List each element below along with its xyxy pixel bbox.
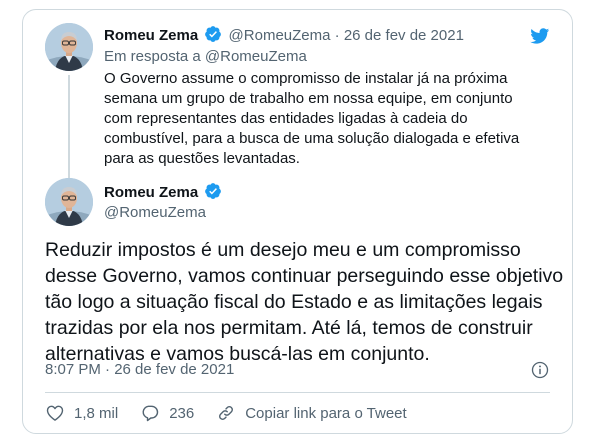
reply-count: 236: [169, 404, 195, 422]
author-handle[interactable]: @RomeuZema: [104, 203, 206, 223]
heart-icon: [46, 405, 64, 421]
author-name[interactable]: Romeu Zema: [104, 27, 198, 44]
reply-context: Em resposta a @RomeuZema: [104, 47, 307, 67]
divider: [45, 392, 550, 393]
tweet-card: Romeu Zema @RomeuZema · 26 de fev de 202…: [22, 9, 573, 434]
avatar[interactable]: [45, 23, 93, 71]
reply-button[interactable]: 236: [140, 403, 194, 423]
copy-link-button[interactable]: Copiar link para o Tweet: [216, 403, 407, 423]
copy-link-label: Copiar link para o Tweet: [245, 404, 407, 422]
share-icon: [219, 406, 234, 420]
avatar-photo: [45, 178, 93, 226]
parent-tweet-header: Romeu Zema @RomeuZema · 26 de fev de 202…: [104, 25, 464, 46]
reply-prefix: Em resposta a: [104, 48, 201, 65]
main-tweet-text: Reduzir impostos é um desejo meu e um co…: [45, 239, 564, 365]
tweet-timestamp[interactable]: 8:07 PM · 26 de fev de 2021: [45, 360, 234, 380]
author-handle[interactable]: @RomeuZema: [229, 27, 331, 44]
thread-connector: [68, 75, 70, 178]
verified-badge-icon: [205, 26, 222, 42]
parent-tweet-text: O Governo assume o compromisso de instal…: [104, 70, 520, 167]
main-author-name-row: Romeu Zema: [104, 182, 224, 203]
verified-badge-icon: [205, 183, 222, 199]
like-button[interactable]: 1,8 mil: [45, 403, 118, 423]
reply-to-handle[interactable]: @RomeuZema: [205, 48, 307, 65]
info-icon[interactable]: [530, 360, 550, 380]
avatar-photo: [45, 23, 93, 71]
separator-dot: ·: [334, 27, 344, 44]
avatar[interactable]: [45, 178, 93, 226]
twitter-bird-icon[interactable]: [527, 26, 552, 46]
like-count: 1,8 mil: [74, 404, 119, 422]
action-bar: 1,8 mil 236 Copiar link para o Tweet: [45, 402, 429, 424]
author-name[interactable]: Romeu Zema: [104, 184, 198, 201]
reply-icon: [142, 405, 159, 422]
tweet-date[interactable]: 26 de fev de 2021: [344, 27, 464, 44]
